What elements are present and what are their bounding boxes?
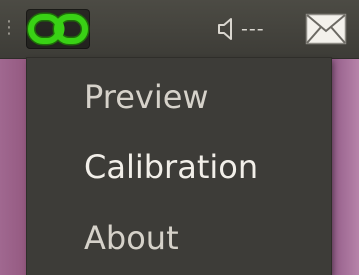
menu-item-preview[interactable]: Preview [27, 62, 331, 132]
chain-link-icon [26, 12, 90, 46]
panel-grip-icon: ⋮ [0, 17, 18, 38]
app-indicator-button[interactable] [26, 9, 90, 49]
menu-item-calibration[interactable]: Calibration [27, 132, 331, 202]
top-panel: ⋮ --- [0, 0, 359, 59]
speaker-icon [218, 18, 232, 40]
volume-level-text: --- [241, 18, 265, 40]
mail-indicator[interactable] [305, 13, 347, 45]
menu-item-label: Calibration [84, 148, 259, 186]
menu-item-label: Preview [84, 78, 209, 116]
envelope-icon [305, 13, 347, 45]
menu-item-about[interactable]: About [27, 203, 331, 273]
menu-item-label: About [84, 219, 179, 257]
dropdown-menu: Preview Calibration About [27, 58, 331, 275]
